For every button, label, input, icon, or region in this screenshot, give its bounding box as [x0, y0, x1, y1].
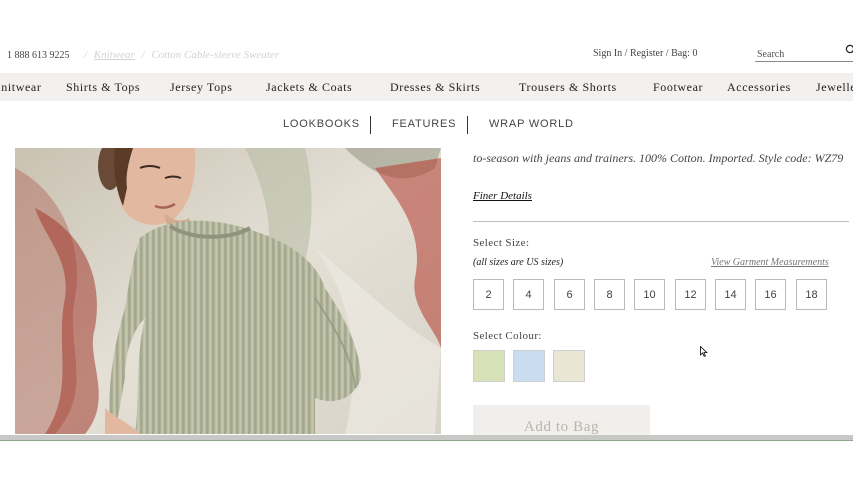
breadcrumb-category-link[interactable]: Knitwear — [94, 49, 135, 61]
nav-item-footwear[interactable]: Footwear — [653, 80, 703, 95]
add-to-bag-button[interactable]: Add to Bag — [473, 405, 650, 437]
account-separator: / — [663, 48, 672, 59]
size-option[interactable]: 12 — [675, 279, 706, 310]
product-description: to-season with jeans and trainers. 100% … — [473, 151, 844, 165]
breadcrumb-separator: / — [84, 49, 88, 61]
nav-item-dresses-skirts[interactable]: Dresses & Skirts — [390, 80, 480, 95]
top-bar: 1 888 613 9225 / Knitwear / Cotton Cable… — [0, 44, 853, 66]
phone-number: 1 888 613 9225 — [7, 50, 70, 61]
account-links: Sign In / Register / Bag: 0 — [593, 48, 697, 59]
garment-measurements-link[interactable]: View Garment Measurements — [711, 257, 829, 268]
sub-nav: LOOKBOOKS FEATURES WRAP WORLD — [0, 116, 853, 134]
nav-item-jersey-tops[interactable]: Jersey Tops — [170, 80, 233, 95]
nav-item-jewellery[interactable]: Jewellery — [816, 80, 853, 95]
colour-swatch-blue[interactable] — [513, 350, 545, 382]
size-option[interactable]: 18 — [796, 279, 827, 310]
colour-swatch-sage[interactable] — [473, 350, 505, 382]
search-input[interactable] — [755, 46, 841, 63]
bag-link[interactable]: Bag: 0 — [671, 48, 697, 59]
size-option[interactable]: 8 — [594, 279, 625, 310]
subnav-features[interactable]: FEATURES — [392, 118, 456, 130]
nav-item-knitwear[interactable]: Knitwear — [0, 80, 41, 95]
breadcrumb: / Knitwear / Cotton Cable-sleeve Sweater — [80, 49, 279, 61]
nav-item-trousers-shorts[interactable]: Trousers & Shorts — [519, 80, 617, 95]
account-separator: / — [622, 48, 630, 59]
select-colour-label: Select Colour: — [473, 330, 542, 342]
nav-item-accessories[interactable]: Accessories — [727, 80, 791, 95]
divider — [473, 221, 849, 222]
size-option[interactable]: 2 — [473, 279, 504, 310]
sticky-bar — [0, 435, 853, 441]
subnav-divider — [467, 116, 468, 134]
breadcrumb-separator: / — [141, 49, 145, 61]
size-option[interactable]: 16 — [755, 279, 786, 310]
size-option[interactable]: 14 — [715, 279, 746, 310]
register-link[interactable]: Register — [630, 48, 663, 59]
finer-details-link[interactable]: Finer Details — [473, 190, 532, 202]
subnav-wrap-world[interactable]: WRAP WORLD — [489, 118, 574, 130]
size-option[interactable]: 6 — [554, 279, 585, 310]
select-size-label: Select Size: — [473, 237, 530, 249]
size-option[interactable]: 4 — [513, 279, 544, 310]
mouse-cursor-icon — [700, 346, 708, 357]
size-note: (all sizes are US sizes) — [473, 257, 564, 268]
search-box — [755, 44, 853, 63]
subnav-lookbooks[interactable]: LOOKBOOKS — [283, 118, 360, 130]
category-nav: Knitwear Shirts & Tops Jersey Tops Jacke… — [0, 73, 853, 101]
nav-item-shirts-tops[interactable]: Shirts & Tops — [66, 80, 140, 95]
breadcrumb-current: Cotton Cable-sleeve Sweater — [151, 49, 280, 61]
search-icon[interactable] — [845, 44, 853, 56]
nav-item-jackets-coats[interactable]: Jackets & Coats — [266, 80, 352, 95]
size-option[interactable]: 10 — [634, 279, 665, 310]
subnav-divider — [370, 116, 371, 134]
product-photo-illustration — [15, 148, 441, 434]
sign-in-link[interactable]: Sign In — [593, 48, 622, 59]
product-image — [15, 148, 441, 434]
colour-swatch-cream[interactable] — [553, 350, 585, 382]
